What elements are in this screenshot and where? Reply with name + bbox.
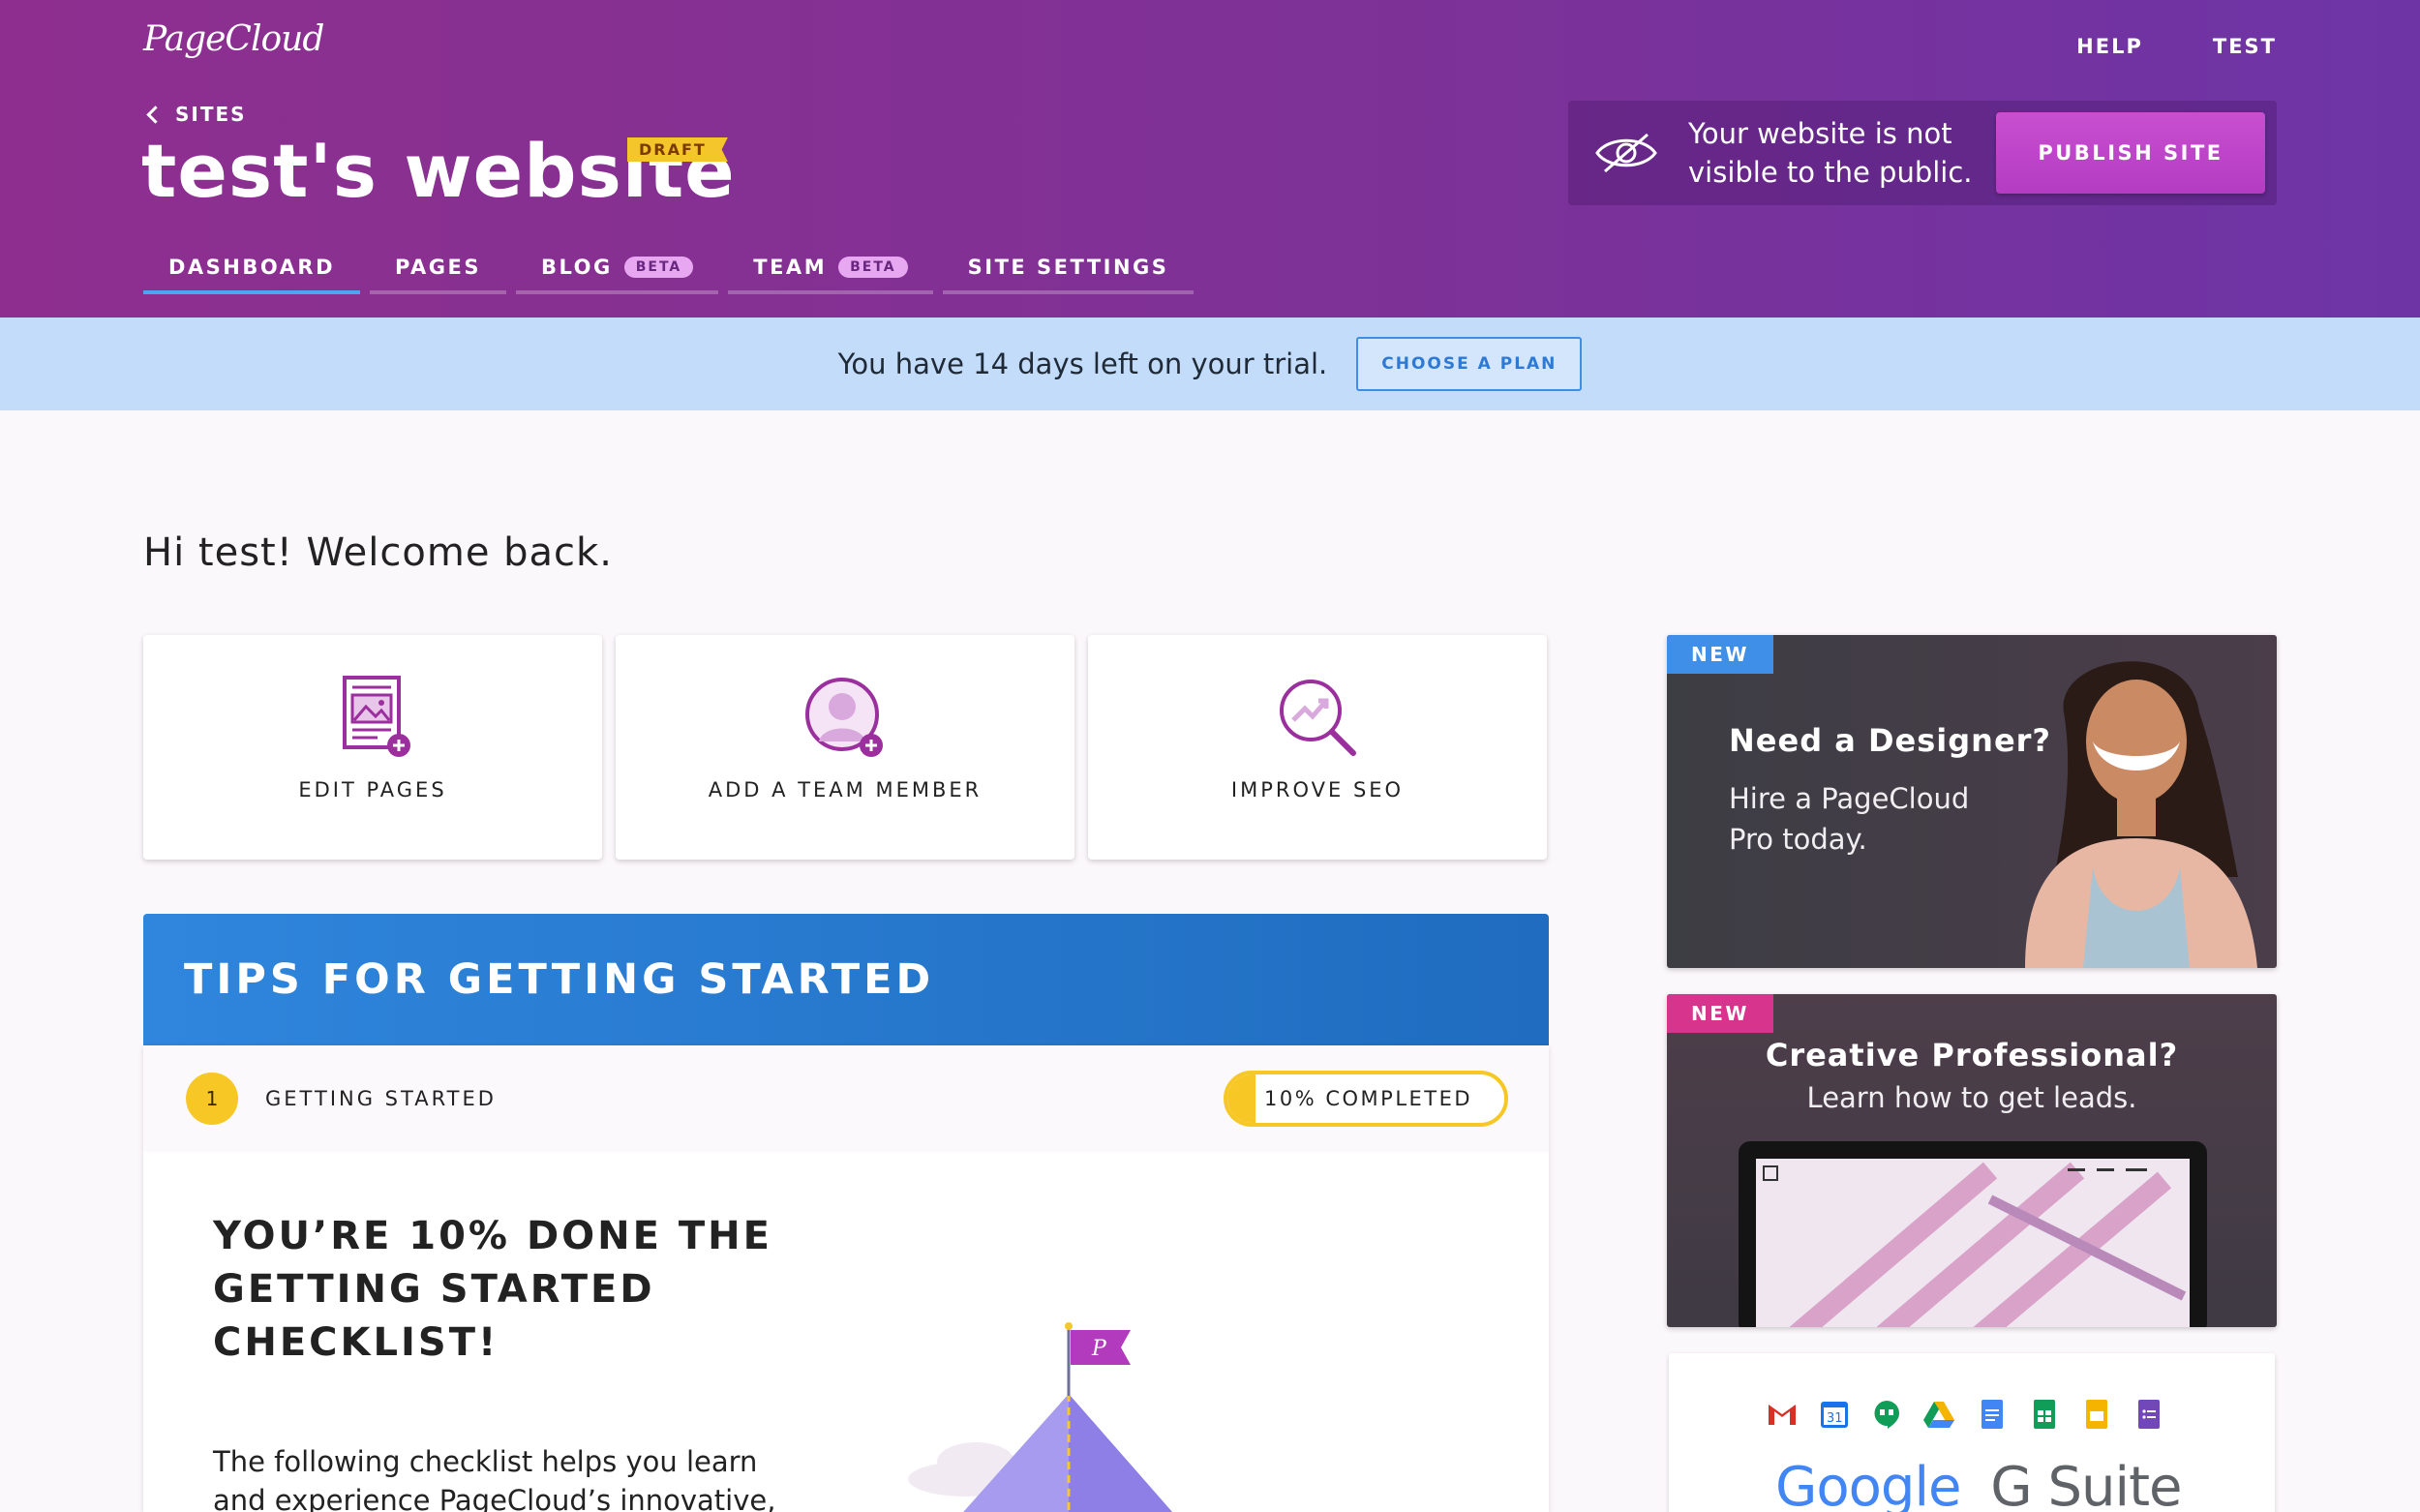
mountain-flag-illustration: P (908, 1322, 1172, 1512)
tab-label: SITE SETTINGS (967, 256, 1169, 279)
choose-plan-button[interactable]: CHOOSE A PLAN (1356, 337, 1583, 391)
promo-subtitle: Learn how to get leads. (1806, 1081, 2137, 1114)
improve-seo-card[interactable]: IMPROVE SEO (1088, 635, 1547, 860)
progress-label: 10% COMPLETED (1264, 1087, 1473, 1110)
trial-text: You have 14 days left on your trial. (837, 348, 1328, 380)
quick-actions: EDIT PAGES ADD A TEAM MEMBER IMPROVE SEO (143, 635, 1547, 860)
magnifier-chart-icon (1280, 680, 1356, 756)
card-label: IMPROVE SEO (1230, 778, 1405, 801)
beta-badge: BETA (838, 257, 908, 278)
eye-slash-icon (1595, 133, 1657, 173)
page-image-plus-icon (343, 676, 410, 757)
slides-icon (2086, 1400, 2107, 1429)
new-badge: NEW (1667, 994, 1773, 1033)
laptop-preview-image (1739, 1141, 2207, 1327)
promo-title: Creative Professional? (1765, 1037, 2179, 1074)
progress-pill: 10% COMPLETED (1224, 1071, 1508, 1127)
step-label: GETTING STARTED (265, 1087, 497, 1110)
trial-banner: You have 14 days left on your trial. CHO… (0, 318, 2420, 410)
tab-blog[interactable]: BLOG BETA (515, 250, 719, 294)
hire-designer-promo[interactable]: NEW Need a Designer? Hire a PageCloud Pr… (1667, 635, 2277, 968)
tab-label: BLOG (540, 256, 613, 279)
gsuite-integration-card[interactable]: 31 Google G Suite (1669, 1353, 2275, 1512)
chevron-left-icon (146, 105, 165, 124)
step-number-badge: 1 (186, 1073, 238, 1125)
tab-team[interactable]: TEAM BETA (728, 250, 933, 294)
site-header: PageCloud HELP TEST SITES test's website… (0, 0, 2420, 318)
checklist-description: The following checklist helps you learn … (213, 1445, 776, 1512)
tab-dashboard[interactable]: DASHBOARD (143, 250, 361, 294)
back-to-sites-link[interactable]: SITES (143, 103, 247, 126)
docs-icon (1981, 1400, 2003, 1429)
site-nav-tabs: DASHBOARD PAGES BLOG BETA TEAM BETA SITE… (143, 250, 1195, 294)
tips-header: TIPS FOR GETTING STARTED (143, 914, 1549, 1045)
forms-icon (2138, 1400, 2160, 1429)
tab-label: DASHBOARD (168, 256, 336, 279)
tab-label: TEAM (753, 256, 828, 279)
calendar-icon: 31 (1821, 1402, 1848, 1428)
checklist-step-row[interactable]: 1 GETTING STARTED 10% COMPLETED (143, 1045, 1549, 1152)
account-menu-link[interactable]: TEST (2213, 35, 2277, 58)
gmail-icon (1769, 1405, 1796, 1425)
add-team-member-card[interactable]: ADD A TEAM MEMBER (616, 635, 1074, 860)
user-plus-icon (805, 678, 883, 757)
help-link[interactable]: HELP (2076, 35, 2143, 58)
tab-site-settings[interactable]: SITE SETTINGS (942, 250, 1195, 294)
creative-professional-promo[interactable]: NEW Creative Professional? Learn how to … (1667, 994, 2277, 1327)
beta-badge: BETA (623, 257, 694, 278)
gsuite-app-icons: 31 (1766, 1398, 2164, 1431)
draft-badge: DRAFT (627, 137, 728, 162)
edit-pages-card[interactable]: EDIT PAGES (143, 635, 602, 860)
progress-headline: YOU’RE 10% DONE THE GETTING STARTED CHEC… (213, 1214, 772, 1365)
tips-title: TIPS FOR GETTING STARTED (184, 955, 935, 1004)
gsuite-wordmark-right: G Suite (1990, 1456, 2182, 1512)
card-label: EDIT PAGES (298, 778, 447, 801)
tab-pages[interactable]: PAGES (370, 250, 506, 294)
gsuite-wordmark: Google G Suite (1775, 1456, 2183, 1512)
hangouts-icon (1874, 1401, 1899, 1429)
tips-panel: 1 GETTING STARTED 10% COMPLETED YOU’RE 1… (143, 1045, 1549, 1512)
new-badge: NEW (1667, 635, 1773, 674)
progress-fill (1227, 1074, 1255, 1123)
svg-text:P: P (1091, 1337, 1107, 1361)
drive-icon (1923, 1402, 1954, 1428)
visibility-notice: Your website is not visible to the publi… (1568, 101, 2277, 205)
back-label: SITES (175, 103, 247, 126)
promo-subtitle: Hire a PageCloud Pro today. (1729, 782, 1970, 856)
pagecloud-logo[interactable]: PageCloud (143, 19, 324, 59)
tab-label: PAGES (395, 256, 481, 279)
top-links: HELP TEST (2076, 35, 2277, 58)
sheets-icon (2034, 1400, 2055, 1429)
card-label: ADD A TEAM MEMBER (708, 778, 983, 801)
designer-portrait-image (2025, 661, 2257, 968)
welcome-heading: Hi test! Welcome back. (143, 530, 613, 575)
visibility-text: Your website is not visible to the publi… (1688, 117, 1973, 189)
svg-text:31: 31 (1827, 1411, 1843, 1426)
publish-site-button[interactable]: PUBLISH SITE (1996, 112, 2265, 194)
google-wordmark: Google (1775, 1456, 1961, 1512)
